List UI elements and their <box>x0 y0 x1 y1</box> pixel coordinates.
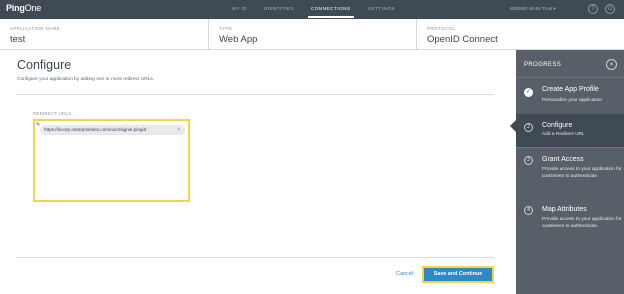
app-type-column: TYPE Web App <box>208 19 416 50</box>
progress-divider <box>516 77 624 78</box>
configure-panel: Configure Configure your application by … <box>0 50 516 294</box>
nav-item-settings[interactable]: SETTINGS <box>368 6 395 11</box>
step-number: 3 <box>524 156 533 165</box>
step-description: Provide access to your application for c… <box>542 217 622 229</box>
close-progress-icon[interactable]: × <box>606 59 617 70</box>
app-type-label: TYPE <box>219 26 233 31</box>
pingone-logo[interactable]: PingOne <box>6 3 41 13</box>
account-menu[interactable]: MDEMO World Trust ▾ <box>510 6 556 12</box>
redirect-urls-label: REDIRECT URLS <box>33 111 72 116</box>
protocol-value: OpenID Connect <box>427 34 498 45</box>
active-nav-indicator <box>308 16 354 18</box>
help-icon[interactable]: ? <box>588 4 598 14</box>
step-description: Personalize your application <box>542 98 602 103</box>
logout-icon[interactable]: ⏻ <box>605 4 615 14</box>
checkmark-icon: ✓ <box>524 88 533 97</box>
protocol-column: PROTOCOL OpenID Connect <box>416 19 624 50</box>
step-number: 4 <box>524 206 533 215</box>
step-configure[interactable]: 2 Configure Add a Redirect URL <box>516 114 624 148</box>
divider <box>17 94 494 95</box>
step-description: Add a Redirect URL <box>542 132 585 137</box>
app-name-label: APPLICATION NAME <box>10 26 61 31</box>
protocol-label: PROTOCOL <box>427 26 456 31</box>
step-grant-access[interactable]: 3 Grant Access Provide access to your ap… <box>516 150 624 198</box>
cancel-button[interactable]: Cancel <box>396 271 413 277</box>
step-number: 2 <box>524 123 533 132</box>
current-step-underline <box>516 147 624 148</box>
page-subtitle: Configure your application by adding one… <box>17 77 155 82</box>
nav-item-identities[interactable]: IDENTITIES <box>264 6 294 11</box>
app-name-value: test <box>10 34 26 45</box>
step-map-attributes[interactable]: 4 Map Attributes Provide access to your … <box>516 200 624 248</box>
top-nav-bar: PingOne MY ID IDENTITIES CONNECTIONS SET… <box>0 0 624 19</box>
step-title: Create App Profile <box>542 86 599 93</box>
progress-title: PROGRESS <box>524 62 562 68</box>
redirect-url-text: https://lxcorp.onterpriseluto.com/oxcr/s… <box>44 127 147 132</box>
step-description: Provide access to your application for c… <box>542 167 622 179</box>
save-and-continue-button[interactable]: Save and Continue <box>422 266 494 283</box>
step-title: Configure <box>542 122 573 129</box>
remove-url-icon[interactable]: × <box>177 125 180 135</box>
redirect-url-chip: https://lxcorp.onterpriseluto.com/oxcr/s… <box>40 125 185 135</box>
step-title: Grant Access <box>542 156 584 163</box>
progress-sidebar: PROGRESS × ✓ Create App Profile Personal… <box>516 50 624 294</box>
page-title: Configure <box>17 58 72 72</box>
redirect-urls-field[interactable]: ✎ https://lxcorp.onterpriseluto.com/oxcr… <box>33 119 190 202</box>
footer-divider <box>17 257 494 258</box>
app-name-column: APPLICATION NAME test <box>0 19 208 50</box>
app-type-value: Web App <box>219 34 258 45</box>
step-create-app-profile[interactable]: ✓ Create App Profile Personalize your ap… <box>516 80 624 114</box>
nav-item-connections[interactable]: CONNECTIONS <box>311 6 350 11</box>
nav-item-my-id[interactable]: MY ID <box>232 6 247 11</box>
application-info-row: APPLICATION NAME test TYPE Web App PROTO… <box>0 19 624 50</box>
step-title: Map Attributes <box>542 206 587 213</box>
